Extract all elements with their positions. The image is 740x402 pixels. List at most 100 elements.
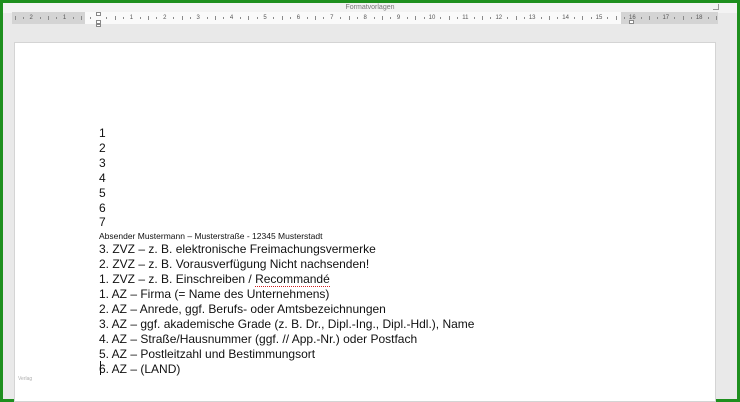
ruler-tick — [306, 17, 308, 19]
ruler-number: 14 — [562, 15, 569, 21]
dialog-launcher-icon[interactable] — [713, 4, 719, 10]
spelling-flag-word[interactable]: Recommandé — [255, 272, 330, 288]
ruler-number: 2 — [163, 15, 167, 21]
ruler-number: 17 — [662, 15, 670, 21]
ruler-number: 10 — [428, 15, 436, 21]
ruler-tick — [189, 17, 191, 19]
ruler-tick — [348, 16, 350, 20]
ruler-tick — [281, 16, 283, 20]
ruler-tick — [415, 16, 417, 20]
ruler-number: 3 — [196, 15, 200, 21]
ruler-tick — [214, 16, 216, 20]
document-line[interactable]: 5. AZ – Postleitzahl und Bestimmungsort — [99, 347, 474, 362]
ruler-tick — [440, 17, 442, 19]
document-line[interactable]: 6 — [99, 201, 474, 216]
ruler-tick — [640, 17, 642, 19]
document-line[interactable]: 2 — [99, 141, 474, 156]
line-text: 1 — [99, 126, 106, 140]
line-text: 6 — [99, 200, 106, 215]
ruler-tick — [373, 17, 375, 19]
ruler-tick — [356, 17, 358, 19]
line-text: 3 — [99, 155, 106, 170]
ruler-number: 13 — [528, 15, 536, 21]
ruler-number: 6 — [296, 15, 301, 21]
first-line-indent-marker[interactable] — [96, 12, 101, 16]
document-line[interactable]: 1 — [99, 126, 474, 141]
ruler-number: 4 — [229, 15, 234, 21]
ruler-tick — [573, 17, 575, 19]
line-text: 2 — [99, 140, 106, 155]
right-indent-marker[interactable] — [629, 20, 634, 24]
ruler-tick — [206, 17, 208, 19]
ruler-tick — [457, 17, 459, 19]
ruler-tick — [22, 17, 24, 19]
line-text: 4. AZ – Straße/Hausnummer (ggf. // App.-… — [99, 331, 418, 346]
line-text: 7 — [99, 215, 106, 230]
ruler-tick — [239, 17, 241, 19]
document-line[interactable]: 2. AZ – Anrede, ggf. Berufs- oder Amtsbe… — [99, 302, 474, 317]
document-line[interactable]: 4. AZ – Straße/Hausnummer (ggf. // App.-… — [99, 332, 474, 347]
ruler-tick — [47, 16, 49, 20]
document-body[interactable]: 1 2 3 4 5 6 7 Absender Mustermann – Musterstraß… — [99, 126, 474, 377]
ruler-tick — [523, 17, 525, 19]
document-line[interactable]: 2. ZVZ – z. B. Vorausverfügung Nicht nac… — [99, 257, 474, 272]
document-line[interactable]: 3. AZ – ggf. akademische Grade (z. B. Dr… — [99, 317, 474, 332]
ruler-tick — [649, 16, 651, 20]
ruler-tick — [515, 16, 517, 20]
ruler-tick — [106, 17, 108, 19]
line-text: 5 — [99, 185, 106, 200]
ruler-tick — [507, 17, 509, 19]
ruler-number: 9 — [396, 15, 401, 21]
margin-marker: Verlag — [18, 376, 33, 382]
ruler-tick — [607, 17, 609, 19]
ruler-number: 18 — [695, 15, 703, 21]
ruler-tick — [223, 17, 225, 19]
line-text: 5. AZ – Postleitzahl und Bestimmungsort — [99, 346, 316, 361]
ruler-tick — [181, 16, 183, 20]
ruler-tick — [473, 17, 475, 19]
ruler-tick — [340, 17, 342, 19]
line-text: 2. AZ – Anrede, ggf. Berufs- oder Amtsbe… — [99, 301, 386, 316]
document-line[interactable]: 7 — [99, 215, 474, 230]
ruler-tick — [381, 16, 383, 20]
document-line[interactable]: 3. ZVZ – z. B. elektronische Freimachung… — [99, 242, 474, 257]
ruler-tick — [690, 17, 692, 19]
document-line[interactable]: 1. ZVZ – z. B. Einschreiben / Recommandé — [99, 272, 474, 288]
ruler-tick — [490, 17, 492, 19]
document-line[interactable]: 5 — [99, 186, 474, 201]
ruler-tick — [590, 17, 592, 19]
ruler-tick — [14, 16, 16, 20]
ruler-tick — [290, 17, 292, 19]
ruler-tick — [624, 17, 626, 19]
document-line[interactable]: 1. AZ – Firma (= Name des Unternehmens) — [99, 287, 474, 302]
ruler-tick — [406, 17, 408, 19]
left-indent-marker[interactable] — [96, 24, 101, 27]
ruler-number: 5 — [263, 15, 267, 21]
ruler-number: 8 — [363, 15, 367, 21]
ruler-tick — [139, 17, 141, 19]
ruler-tick — [682, 16, 684, 20]
ruler-number: 1 — [129, 15, 134, 21]
ruler-number: 12 — [495, 15, 503, 21]
ruler-tick — [56, 17, 58, 19]
document-line[interactable]: 6. AZ – (LAND) — [99, 362, 474, 377]
document-line[interactable]: 4 — [99, 171, 474, 186]
ruler-tick — [72, 17, 74, 19]
ruler-tick — [707, 17, 709, 19]
document-line[interactable]: 3 — [99, 156, 474, 171]
ruler-tick — [615, 16, 617, 20]
ruler-tick — [390, 17, 392, 19]
text-cursor — [100, 361, 101, 375]
ruler-tick — [39, 17, 41, 19]
line-text: 6. AZ – (LAND) — [99, 361, 181, 376]
ruler-tick — [248, 16, 250, 20]
ruler-tick — [273, 17, 275, 19]
ruler-tick — [482, 16, 484, 20]
ruler-tick — [323, 17, 325, 19]
line-text: 1. AZ – Firma (= Name des Unternehmens) — [99, 287, 330, 302]
ruler-number: 11 — [462, 15, 469, 21]
ruler-tick — [423, 17, 425, 19]
ruler-tick — [89, 17, 91, 19]
ruler-tick — [173, 17, 175, 19]
document-line[interactable]: Absender Mustermann – Musterstraße - 123… — [99, 230, 474, 242]
